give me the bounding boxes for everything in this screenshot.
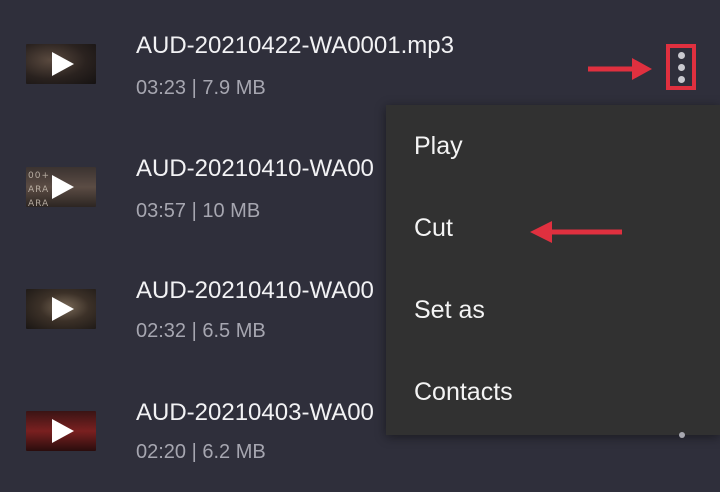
file-title: AUD-20210403-WA00 (136, 399, 374, 426)
more-vert-icon (678, 52, 685, 59)
file-title: AUD-20210422-WA0001.mp3 (136, 32, 454, 59)
red-arrow-icon (588, 58, 652, 80)
menu-item-play[interactable]: Play (386, 105, 720, 187)
more-vert-icon (678, 64, 685, 71)
more-vert-icon (678, 76, 685, 83)
video-thumbnail (26, 289, 96, 329)
play-icon (52, 52, 74, 76)
red-arrow-icon (530, 221, 622, 243)
play-icon (52, 175, 74, 199)
menu-item-contacts[interactable]: Contacts (386, 351, 720, 433)
file-meta: 03:23 | 7.9 MB (136, 77, 266, 99)
menu-item-label: Play (414, 132, 463, 160)
menu-item-label: Set as (414, 296, 485, 324)
video-thumbnail: 00+ ARA ARA (26, 167, 96, 207)
play-icon (52, 297, 74, 321)
menu-item-set-as[interactable]: Set as (386, 269, 720, 351)
video-thumbnail (26, 411, 96, 451)
file-meta: 02:32 | 6.5 MB (136, 320, 266, 342)
more-vert-icon[interactable] (679, 432, 685, 438)
menu-item-label: Cut (414, 214, 453, 242)
file-meta: 03:57 | 10 MB (136, 200, 261, 222)
menu-item-label: Contacts (414, 378, 513, 406)
file-meta: 02:20 | 6.2 MB (136, 441, 266, 463)
context-menu: Play Cut Set as Contacts (386, 105, 720, 435)
more-options-button[interactable] (666, 44, 696, 90)
play-icon (52, 419, 74, 443)
file-title: AUD-20210410-WA00 (136, 155, 374, 182)
video-thumbnail (26, 44, 96, 84)
file-title: AUD-20210410-WA00 (136, 277, 374, 304)
